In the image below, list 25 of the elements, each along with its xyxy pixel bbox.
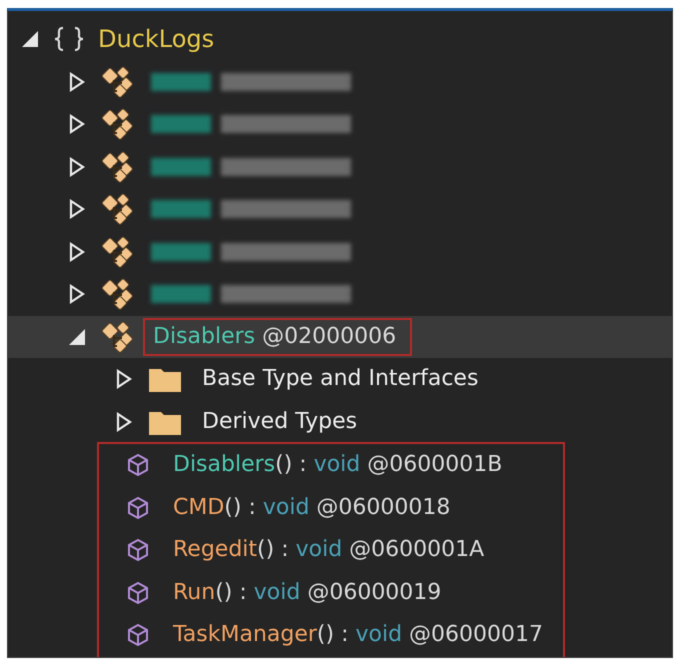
collapsed-arrow-icon[interactable] [114, 412, 134, 432]
method-label[interactable]: Regedit() : void @0600001A [173, 533, 484, 568]
collapsed-arrow-icon[interactable] [67, 284, 87, 304]
method-icon [127, 538, 149, 562]
expanded-arrow-icon[interactable] [20, 29, 40, 50]
expanded-arrow-icon[interactable] [67, 326, 87, 347]
collapsed-arrow-icon[interactable] [67, 199, 87, 220]
method-label[interactable]: Disablers() : void @0600001B [173, 448, 502, 482]
method-icon [127, 496, 149, 520]
collapsed-arrow-icon[interactable] [67, 72, 87, 92]
folder-label[interactable]: Derived Types [202, 404, 358, 439]
collapsed-arrow-icon[interactable] [67, 114, 87, 134]
namespace-icon [54, 26, 84, 52]
method-label[interactable]: Run() : void @06000019 [173, 576, 442, 610]
namespace-label: DuckLogs [98, 24, 214, 56]
method-icon [127, 580, 149, 605]
method-label[interactable]: TaskManager() : void @06000017 [173, 618, 544, 652]
collapsed-arrow-icon[interactable] [67, 156, 87, 177]
method-icon [127, 623, 149, 648]
method-label[interactable]: CMD() : void @06000018 [173, 490, 450, 525]
folder-label[interactable]: Base Type and Interfaces [202, 362, 478, 396]
collapsed-arrow-icon[interactable] [67, 242, 87, 262]
method-icon [127, 453, 149, 478]
class-label[interactable]: Disablers @02000006 [143, 318, 412, 356]
collapsed-arrow-icon[interactable] [114, 369, 134, 390]
